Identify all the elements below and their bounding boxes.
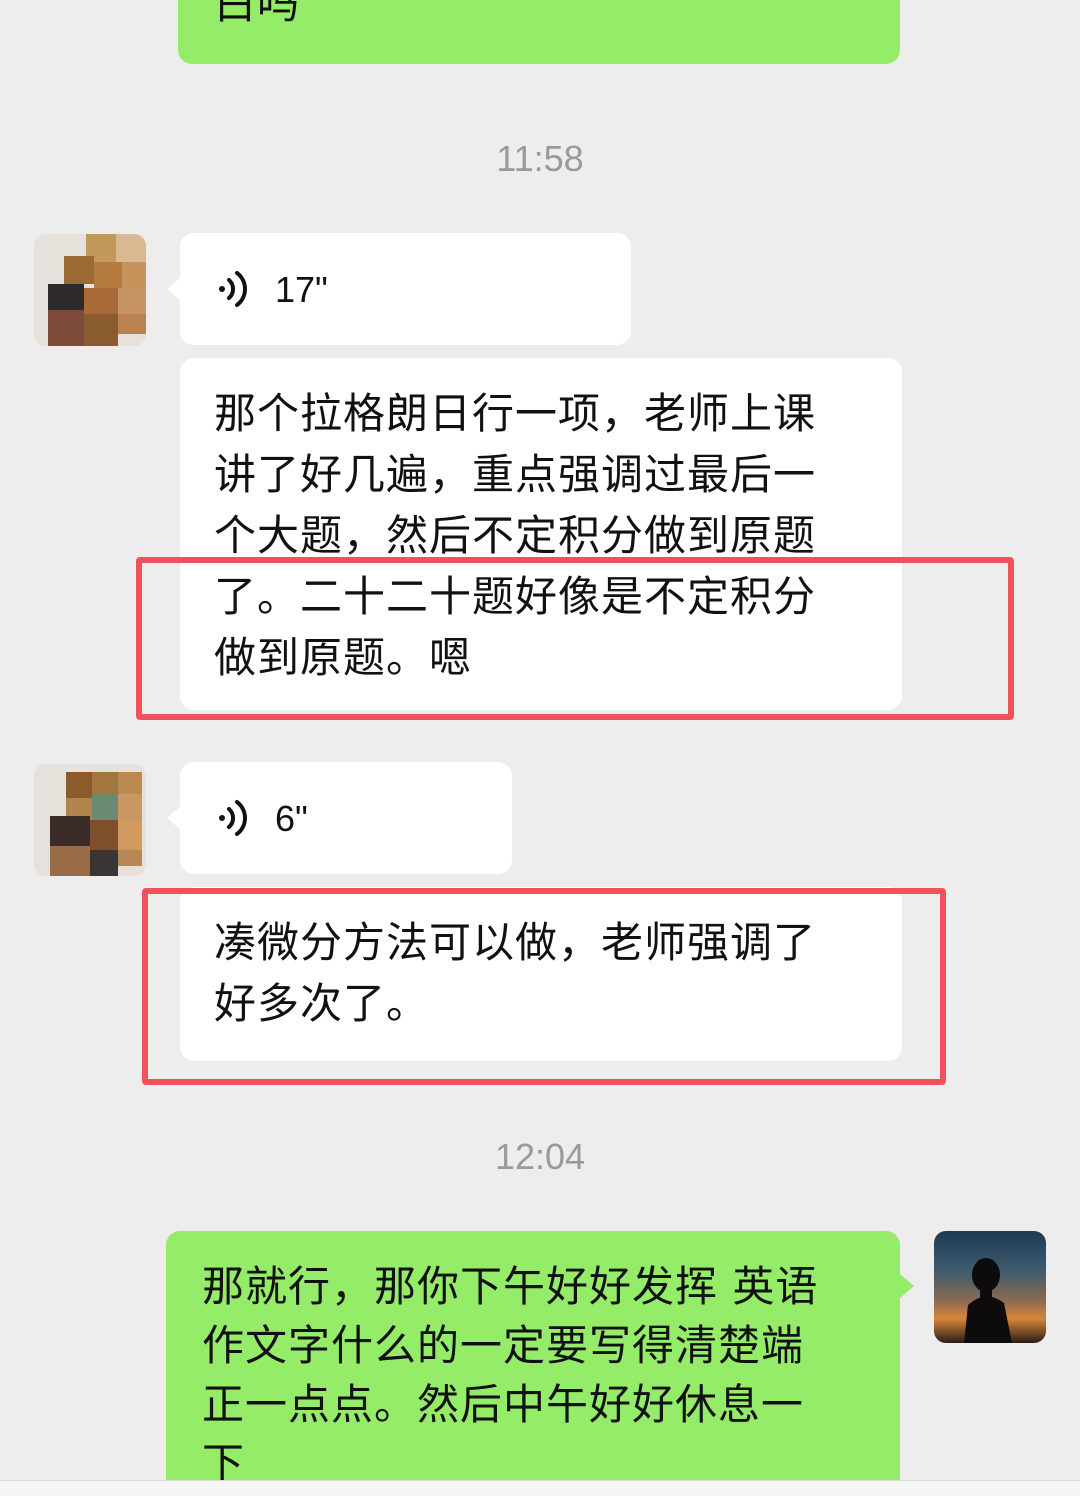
message-line: 那就行，那你下午好好发挥 英语: [202, 1262, 819, 1311]
voice-wave-icon: [219, 800, 247, 836]
voice-duration: 6": [275, 798, 308, 839]
voice-message-bubble[interactable]: 17": [180, 233, 631, 345]
highlight-box: [136, 557, 1014, 720]
voice-message-bubble[interactable]: 6": [180, 762, 512, 874]
outgoing-message-bubble[interactable]: 白吗: [178, 0, 900, 64]
contact-avatar[interactable]: [34, 234, 146, 346]
bubble-tail: [167, 806, 181, 830]
silhouette-icon: [964, 1258, 1012, 1343]
highlight-box: [142, 888, 946, 1085]
contact-avatar[interactable]: [34, 764, 146, 876]
timestamp: 12:04: [494, 1136, 586, 1177]
message-line: 作文字什么的一定要写得清楚端: [202, 1321, 805, 1370]
outgoing-message-bubble[interactable]: 那就行，那你下午好好发挥 英语 作文字什么的一定要写得清楚端 正一点点。然后中午…: [166, 1231, 900, 1495]
bottom-divider: [0, 1480, 1080, 1496]
message-line: 那个拉格朗日行一项，老师上课: [214, 389, 817, 438]
voice-duration: 17": [275, 269, 328, 310]
message-line: 讲了好几遍，重点强调过最后一: [214, 450, 817, 499]
bubble-tail: [167, 277, 181, 301]
voice-wave-icon: [219, 271, 247, 307]
message-line: 正一点点。然后中午好好休息一: [202, 1380, 805, 1429]
timestamp: 11:58: [496, 138, 584, 179]
my-avatar[interactable]: [934, 1231, 1046, 1343]
message-text: 白吗: [214, 0, 301, 28]
bubble-tail: [900, 1274, 914, 1298]
